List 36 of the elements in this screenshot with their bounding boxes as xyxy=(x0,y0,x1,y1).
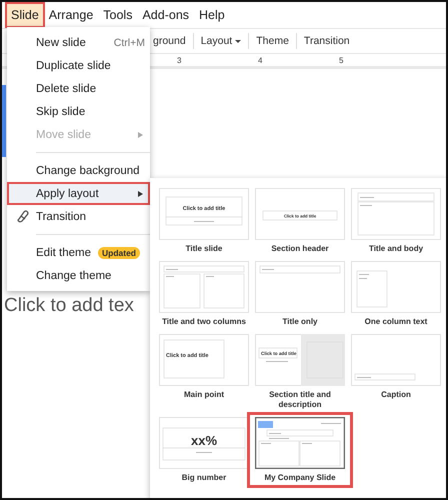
layout-option[interactable]: One column text xyxy=(348,261,444,327)
submenu-arrow-icon xyxy=(138,132,143,138)
submenu-arrow-icon xyxy=(138,190,143,196)
menu-item[interactable]: Edit theme Updated xyxy=(7,241,150,264)
updated-badge: Updated xyxy=(98,246,140,258)
layout-option[interactable]: Title and body xyxy=(348,188,444,254)
ruler-number: 5 xyxy=(339,56,344,64)
ruler-number: 4 xyxy=(258,56,264,64)
menu-item[interactable]: Duplicate slide xyxy=(7,54,150,77)
caret-icon xyxy=(235,40,242,42)
shortcut-text: Ctrl+M xyxy=(114,36,145,48)
slide-placeholder-text: Click to add tex xyxy=(4,295,134,317)
layout-option[interactable]: xx% Big number xyxy=(156,417,252,483)
transition-icon xyxy=(16,210,29,223)
layout-option[interactable]: Title and two columns xyxy=(156,261,252,327)
menu-item[interactable]: Slide xyxy=(7,4,43,26)
menu-item[interactable]: Add-ons xyxy=(138,4,194,26)
menu-item[interactable]: Help xyxy=(195,4,229,26)
placeholder-text: xx% xyxy=(190,433,218,448)
menu-item[interactable]: Tools xyxy=(99,4,136,26)
menu-item[interactable]: Skip slide xyxy=(7,100,150,123)
menu-item[interactable]: Apply layout xyxy=(7,182,150,205)
menu-item[interactable]: Change theme xyxy=(7,264,150,287)
layout-option[interactable]: Title only xyxy=(252,261,348,327)
selection-indicator xyxy=(2,85,6,157)
menu-item[interactable]: Delete slide xyxy=(7,77,150,100)
menu-item[interactable]: Transition xyxy=(7,205,150,228)
menu-item-label: Edit theme xyxy=(36,246,91,258)
menu-item[interactable]: Change background xyxy=(7,159,150,182)
toolbar-button[interactable]: Transition xyxy=(296,33,357,49)
layout-option[interactable]: My Company Slide xyxy=(252,417,348,483)
layout-option[interactable]: Caption xyxy=(348,334,444,400)
toolbar-dropdown[interactable]: Layout xyxy=(194,33,250,49)
ruler-number: 3 xyxy=(177,56,182,64)
menu-item[interactable]: Arrange xyxy=(44,4,98,26)
toolbar-button[interactable]: Theme xyxy=(249,33,297,49)
